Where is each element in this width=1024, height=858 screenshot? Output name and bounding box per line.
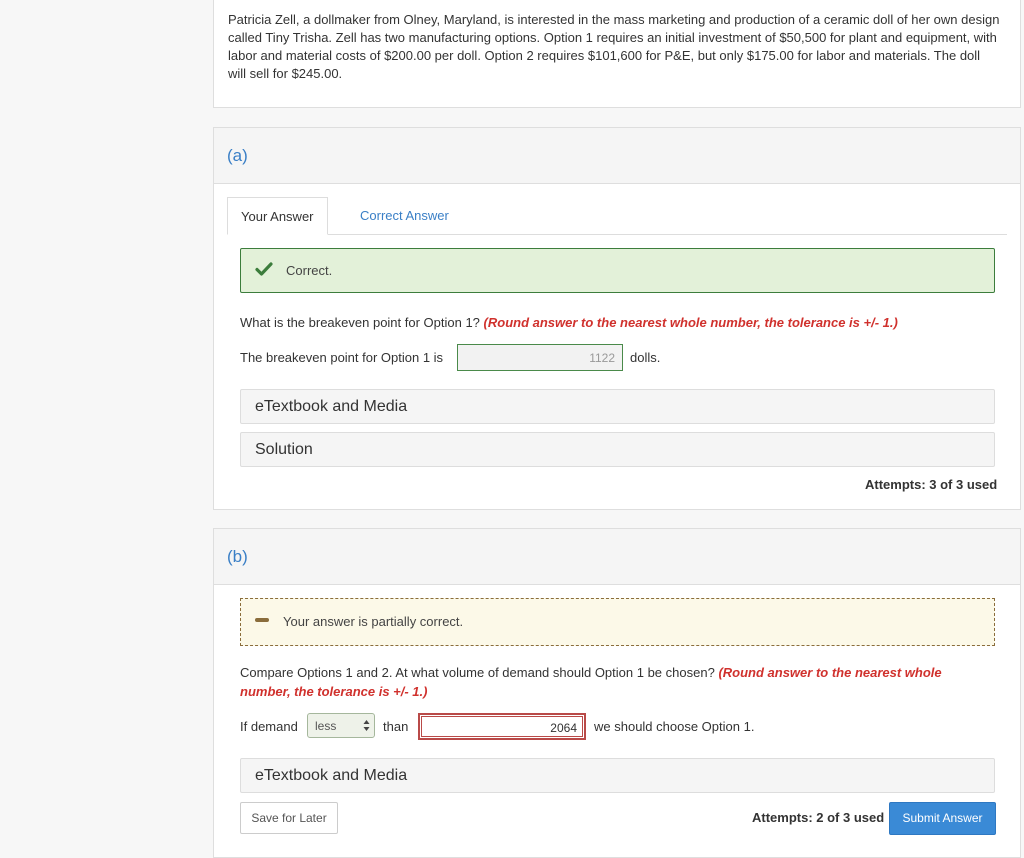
answer-prefix: If demand: [240, 719, 298, 734]
part-b-header: (b): [214, 529, 1020, 585]
part-a-label: (a): [227, 146, 248, 165]
tab-correct-answer[interactable]: Correct Answer: [347, 197, 462, 234]
select-value: less: [315, 719, 337, 733]
part-b-label: (b): [227, 547, 248, 566]
answer-tabs: Your Answer Correct Answer: [227, 197, 1007, 235]
solution-accordion[interactable]: Solution: [240, 432, 995, 467]
breakeven-input[interactable]: 1122: [457, 344, 623, 371]
answer-middle: than: [383, 719, 409, 734]
dash-icon: [255, 618, 269, 622]
problem-statement-text: Patricia Zell, a dollmaker from Olney, M…: [228, 12, 1000, 81]
problem-statement-card: Patricia Zell, a dollmaker from Olney, M…: [213, 0, 1021, 108]
feedback-text: Correct.: [286, 263, 333, 278]
select-arrows-icon: [363, 720, 370, 731]
part-a-answer-row: The breakeven point for Option 1 is 1122…: [240, 344, 740, 372]
submit-answer-button[interactable]: Submit Answer: [889, 802, 996, 835]
correct-feedback-alert: Correct.: [240, 248, 995, 293]
attempts-counter: Attempts: 2 of 3 used: [752, 810, 885, 825]
etextbook-media-accordion[interactable]: eTextbook and Media: [240, 389, 995, 424]
answer-suffix: we should choose Option 1.: [594, 719, 755, 734]
part-b-question: Compare Options 1 and 2. At what volume …: [240, 663, 980, 701]
demand-volume-input[interactable]: 2064: [418, 713, 586, 740]
question-text: What is the breakeven point for Option 1…: [240, 315, 480, 330]
part-a-question: What is the breakeven point for Option 1…: [240, 313, 980, 332]
part-b-card: (b) Your answer is partially correct. Co…: [213, 528, 1021, 858]
etextbook-media-accordion[interactable]: eTextbook and Media: [240, 758, 995, 793]
attempts-counter: Attempts: 3 of 3 used: [865, 477, 998, 492]
save-for-later-button[interactable]: Save for Later: [240, 802, 338, 834]
answer-suffix: dolls.: [630, 350, 661, 365]
tab-your-answer[interactable]: Your Answer: [227, 197, 328, 235]
comparison-select[interactable]: less: [307, 713, 375, 738]
part-a-card: (a) Your Answer Correct Answer Correct. …: [213, 127, 1021, 510]
rounding-hint: (Round answer to the nearest whole numbe…: [483, 315, 898, 330]
part-b-answer-row: If demand less than 2064 we should choos…: [240, 713, 800, 741]
feedback-text: Your answer is partially correct.: [283, 614, 464, 629]
answer-prefix: The breakeven point for Option 1 is: [240, 350, 444, 365]
partial-feedback-alert: Your answer is partially correct.: [240, 598, 995, 646]
question-text: Compare Options 1 and 2. At what volume …: [240, 665, 715, 680]
check-icon: [255, 262, 273, 276]
part-a-header: (a): [214, 128, 1020, 184]
